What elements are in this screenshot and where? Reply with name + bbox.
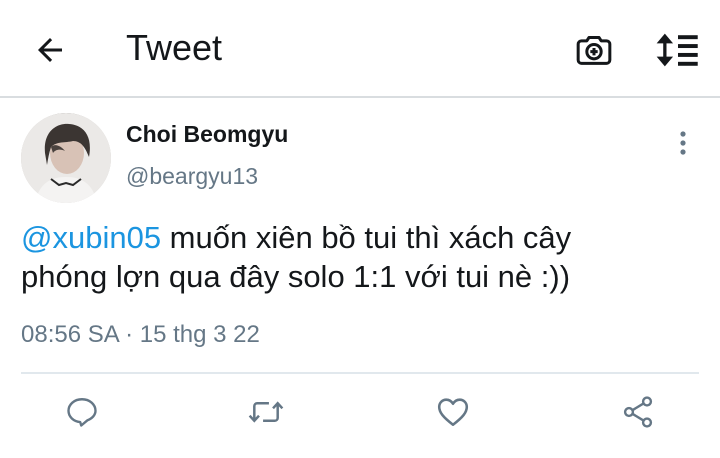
- page-title: Tweet: [126, 27, 223, 68]
- sort-button[interactable]: [652, 26, 704, 74]
- retweet-icon: [248, 401, 284, 423]
- arrow-left-icon: [38, 38, 62, 62]
- retweet-button[interactable]: [246, 392, 286, 432]
- more-options-button[interactable]: [668, 126, 698, 160]
- reply-button[interactable]: [62, 392, 102, 432]
- author-name[interactable]: Choi Beomgyu: [126, 120, 288, 148]
- author-handle[interactable]: @beargyu13: [126, 162, 258, 190]
- camera-add-icon: [576, 36, 612, 65]
- sort-list-icon: [656, 33, 698, 67]
- tweet-timestamp: 08:56 SA · 15 thg 3 22: [21, 321, 260, 348]
- tweet-text-line1: muốn xiên bồ tui thì xách cây: [161, 220, 572, 255]
- more-vertical-icon: [680, 131, 686, 155]
- action-bar: [0, 374, 720, 458]
- avatar-photo: [21, 113, 111, 203]
- share-icon: [623, 396, 653, 428]
- app-header: Tweet: [0, 0, 720, 98]
- back-button[interactable]: [26, 26, 74, 74]
- like-button[interactable]: [433, 392, 473, 432]
- share-button[interactable]: [618, 392, 658, 432]
- tweet-detail: Choi Beomgyu @beargyu13 @xubin05 muốn xi…: [0, 98, 720, 458]
- camera-button[interactable]: [570, 26, 618, 74]
- heart-icon: [437, 398, 469, 427]
- tweet-text-line2: phóng lợn qua đây solo 1:1 với tui nè :)…: [21, 259, 571, 294]
- reply-icon: [67, 398, 97, 427]
- mention-link[interactable]: @xubin05: [21, 220, 161, 255]
- avatar[interactable]: [21, 113, 111, 203]
- tweet-text: @xubin05 muốn xiên bồ tui thì xách cây p…: [21, 218, 701, 296]
